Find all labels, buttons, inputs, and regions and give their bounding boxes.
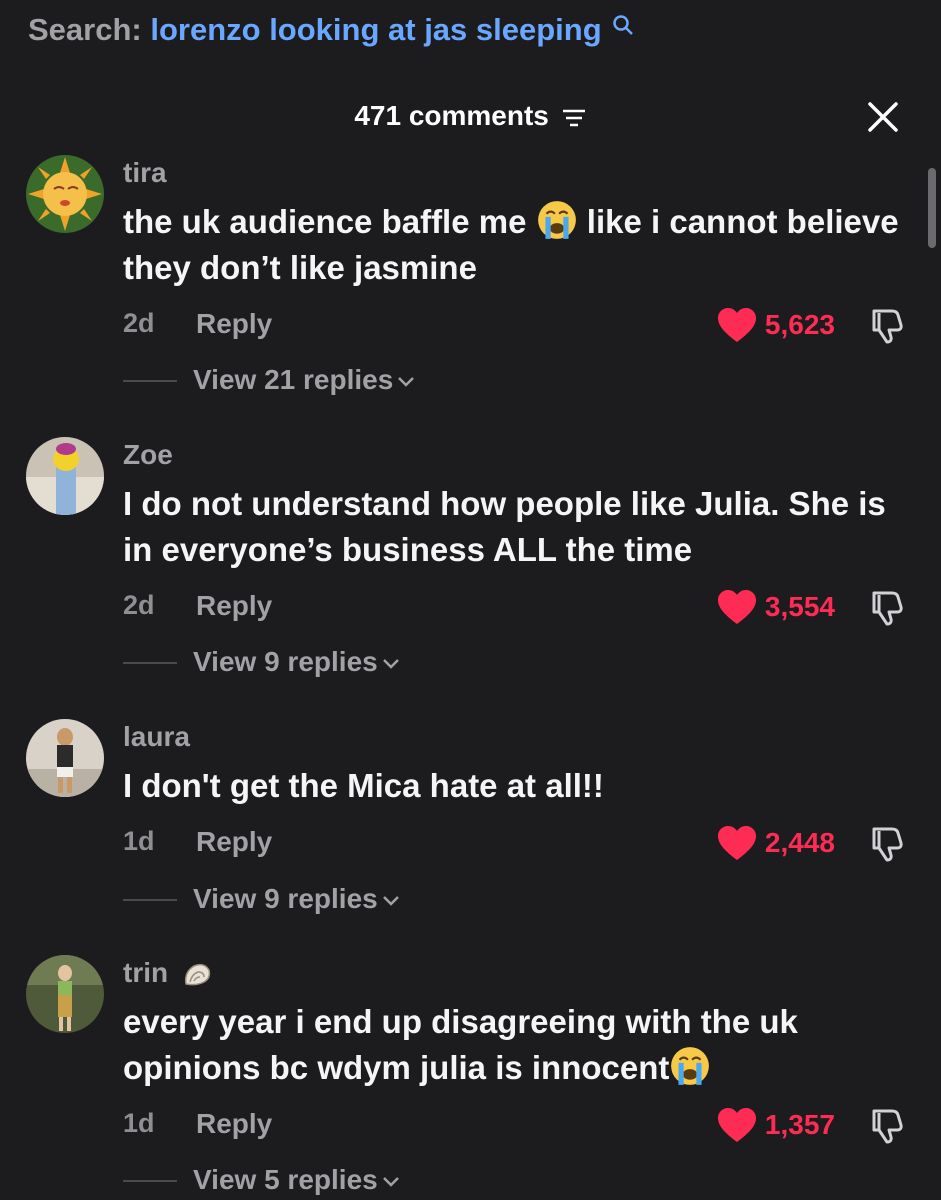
comment-time: 2d	[123, 590, 155, 620]
dislike-icon[interactable]	[866, 823, 906, 863]
view-replies-button[interactable]: View 9 replies	[193, 883, 400, 915]
view-replies-button[interactable]: View 21 replies	[193, 364, 415, 396]
search-bar[interactable]: Search: lorenzo looking at jas sleeping	[28, 12, 634, 48]
view-replies-label: View 5 replies	[193, 1164, 378, 1195]
like-button[interactable]: 3,554	[717, 587, 835, 627]
chevron-down-icon	[382, 658, 400, 670]
comment-item: laura I don't get the Mica hate at all!!…	[0, 719, 941, 919]
like-button[interactable]: 1,357	[717, 1105, 835, 1145]
dislike-icon[interactable]	[866, 1105, 906, 1145]
like-count: 3,554	[764, 591, 835, 622]
sun-avatar-image	[26, 155, 104, 233]
like-count: 2,448	[764, 827, 835, 858]
comments-count: 471 comments	[354, 100, 549, 131]
comment-text: I don't get the Mica hate at all!!	[123, 767, 604, 804]
search-query-link[interactable]: lorenzo looking at jas sleeping	[150, 12, 601, 47]
comment-item: tira the uk audience baffle me like i ca…	[0, 155, 941, 395]
comment-text: the uk audience baffle me like i cannot …	[123, 199, 913, 291]
reply-button[interactable]: Reply	[196, 590, 272, 622]
dislike-icon[interactable]	[866, 305, 906, 345]
reply-button[interactable]: Reply	[196, 308, 272, 340]
avatar[interactable]	[26, 955, 104, 1033]
replies-divider	[123, 662, 177, 664]
comment-item: trin every year i end up disagreeing wit…	[0, 955, 941, 1200]
loudly-crying-emoji-icon	[536, 199, 578, 241]
search-label: Search:	[28, 12, 142, 47]
view-replies-button[interactable]: View 5 replies	[193, 1164, 400, 1196]
comment-username[interactable]: tira	[123, 157, 167, 189]
view-replies-label: View 9 replies	[193, 646, 378, 677]
comment-time: 1d	[123, 826, 155, 856]
chevron-down-icon	[382, 895, 400, 907]
photo-avatar-image	[26, 719, 104, 797]
avatar[interactable]	[26, 155, 104, 233]
comment-username[interactable]: laura	[123, 721, 190, 753]
view-replies-label: View 21 replies	[193, 364, 394, 395]
chevron-down-icon	[397, 376, 415, 388]
comment-text: every year i end up disagreeing with the…	[123, 999, 913, 1091]
comment-username-text: trin	[123, 957, 169, 988]
view-replies-button[interactable]: View 9 replies	[193, 646, 400, 678]
photo-avatar-image	[26, 955, 104, 1033]
comment-username[interactable]: trin	[123, 957, 212, 990]
comment-item: Zoe I do not understand how people like …	[0, 437, 941, 677]
comment-username[interactable]: Zoe	[123, 439, 173, 471]
loudly-crying-emoji-icon	[669, 1045, 711, 1087]
dislike-icon[interactable]	[866, 587, 906, 627]
comment-text: I do not understand how people like Juli…	[123, 485, 886, 568]
avatar[interactable]	[26, 437, 104, 515]
close-icon[interactable]	[866, 100, 900, 134]
reply-button[interactable]: Reply	[196, 826, 272, 858]
heart-icon	[717, 307, 757, 343]
replies-divider	[123, 899, 177, 901]
like-button[interactable]: 5,623	[717, 305, 835, 345]
photo-avatar-image	[26, 437, 104, 515]
replies-divider	[123, 380, 177, 382]
like-button[interactable]: 2,448	[717, 823, 835, 863]
replies-divider	[123, 1180, 177, 1182]
comments-header: 471 comments	[0, 96, 941, 140]
avatar[interactable]	[26, 719, 104, 797]
heart-icon	[717, 825, 757, 861]
search-icon[interactable]	[612, 14, 634, 36]
comment-text-part: the uk audience baffle me	[123, 203, 527, 240]
view-replies-label: View 9 replies	[193, 883, 378, 914]
comment-time: 2d	[123, 308, 155, 338]
heart-icon	[717, 589, 757, 625]
reply-button[interactable]: Reply	[196, 1108, 272, 1140]
spiral-shell-icon	[184, 963, 211, 986]
comment-time: 1d	[123, 1108, 155, 1138]
comments-count-sort[interactable]: 471 comments	[0, 100, 941, 132]
sort-icon[interactable]	[561, 108, 587, 128]
chevron-down-icon	[382, 1176, 400, 1188]
heart-icon	[717, 1107, 757, 1143]
like-count: 5,623	[764, 309, 835, 340]
like-count: 1,357	[764, 1109, 835, 1140]
